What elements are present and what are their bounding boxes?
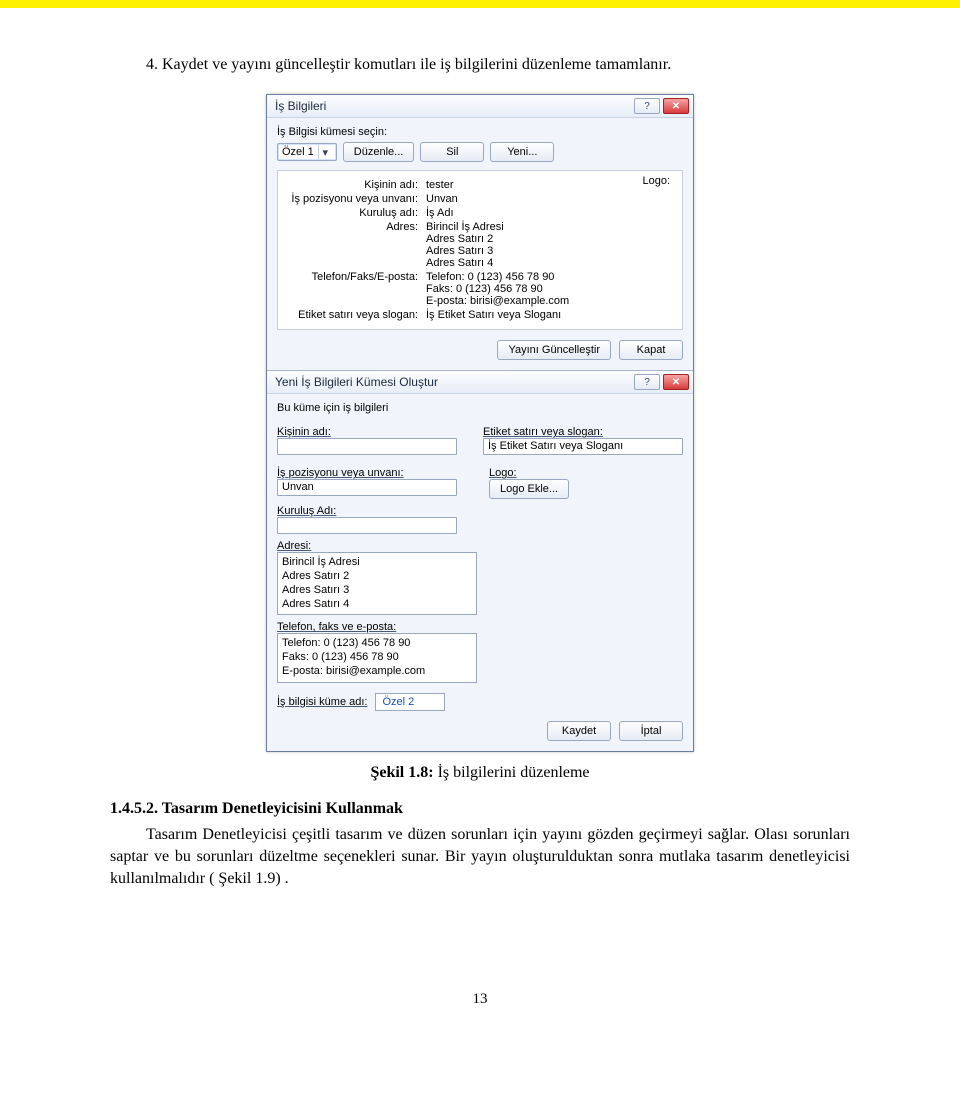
dlg1-body: İş Bilgisi kümesi seçin: Özel 1 ▾ Düzenl…	[267, 118, 693, 370]
close-icon[interactable]: ✕	[663, 374, 689, 390]
kv-position-key: İş pozisyonu veya unvanı:	[286, 193, 426, 205]
header-accent-bar	[0, 0, 960, 8]
dlg2-setname-row: İş bilgisi küme adı: Özel 2	[277, 693, 683, 711]
dlg1-title: İş Bilgileri	[275, 99, 326, 113]
section-number: 1.4.5.2.	[110, 800, 162, 817]
dlg2-tfe-block: Telefon, faks ve e-posta: Telefon: 0 (12…	[277, 621, 683, 682]
kv-address-key: Adres:	[286, 221, 426, 269]
update-publication-button[interactable]: Yayını Güncelleştir	[497, 340, 611, 360]
dlg2-tag-label: Etiket satırı veya slogan:	[483, 426, 683, 438]
person-name-input[interactable]	[277, 438, 457, 455]
dlg2-position-label: İş pozisyonu veya unvanı:	[277, 467, 471, 479]
dlg2-intro: Bu küme için iş bilgileri	[277, 402, 683, 414]
dlg2-person-label: Kişinin adı:	[277, 426, 465, 438]
figure-1-8: İş Bilgileri ? ✕ İş Bilgisi kümesi seçin…	[110, 94, 850, 751]
kv-position-val: Unvan	[426, 193, 674, 205]
help-icon[interactable]: ?	[634, 374, 660, 390]
dlg1-select-set-label: İş Bilgisi kümesi seçin:	[277, 126, 683, 138]
kv-org-val: İş Adı	[426, 207, 674, 219]
dlg2-footer-buttons: Kaydet İptal	[277, 721, 683, 741]
dlg1-title-buttons: ? ✕	[634, 98, 689, 114]
body-paragraph: Tasarım Denetleyicisi çeşitli tasarım ve…	[110, 824, 850, 891]
dlg2-tfe-label: Telefon, faks ve e-posta:	[277, 621, 683, 633]
dlg1-set-row: Özel 1 ▾ Düzenle... Sil Yeni...	[277, 142, 683, 162]
intro-paragraph: 4. Kaydet ve yayını güncelleştir komutla…	[110, 54, 850, 76]
tfe-textarea[interactable]: Telefon: 0 (123) 456 78 90 Faks: 0 (123)…	[277, 633, 477, 682]
dlg2-title-buttons: ? ✕	[634, 374, 689, 390]
kv-tfe-key: Telefon/Faks/E-posta:	[286, 271, 426, 307]
kv-position: İş pozisyonu veya unvanı: Unvan	[286, 193, 674, 205]
kv-address-val: Birincil İş Adresi Adres Satırı 2 Adres …	[426, 221, 674, 269]
new-button[interactable]: Yeni...	[490, 142, 554, 162]
section-heading: 1.4.5.2. Tasarım Denetleyicisini Kullanm…	[110, 800, 850, 818]
chevron-down-icon: ▾	[318, 145, 332, 159]
address-textarea[interactable]: Birincil İş Adresi Adres Satırı 2 Adres …	[277, 552, 477, 615]
dlg1-footer-buttons: Yayını Güncelleştir Kapat	[277, 340, 683, 360]
kv-org-key: Kuruluş adı:	[286, 207, 426, 219]
section-title: Tasarım Denetleyicisini Kullanmak	[162, 800, 403, 817]
dlg2-title: Yeni İş Bilgileri Kümesi Oluştur	[275, 375, 438, 389]
delete-button[interactable]: Sil	[420, 142, 484, 162]
kv-address: Adres: Birincil İş Adresi Adres Satırı 2…	[286, 221, 674, 269]
kv-org: Kuruluş adı: İş Adı	[286, 207, 674, 219]
dlg2-address-label: Adresi:	[277, 540, 683, 552]
org-input[interactable]	[277, 517, 457, 534]
dlg2-row-1: Kişinin adı: Etiket satırı veya slogan: …	[277, 420, 683, 455]
dlg2-address-block: Adresi: Birincil İş Adresi Adres Satırı …	[277, 540, 683, 615]
figure-caption: Şekil 1.8: İş bilgilerini düzenleme	[110, 764, 850, 782]
add-logo-button[interactable]: Logo Ekle...	[489, 479, 569, 499]
dlg2-setname-label: İş bilgisi küme adı:	[277, 696, 367, 708]
kv-tagline-key: Etiket satırı veya slogan:	[286, 309, 426, 321]
kv-tfe-val: Telefon: 0 (123) 456 78 90 Faks: 0 (123)…	[426, 271, 674, 307]
dlg2-org-block: Kuruluş Adı:	[277, 505, 683, 534]
kv-tagline: Etiket satırı veya slogan: İş Etiket Sat…	[286, 309, 674, 321]
figure-caption-label: Şekil 1.8:	[370, 764, 433, 781]
kv-person-name-val: tester	[426, 179, 674, 191]
dlg1-titlebar: İş Bilgileri ? ✕	[267, 95, 693, 118]
tagline-input[interactable]: İş Etiket Satırı veya Sloganı	[483, 438, 683, 455]
save-button[interactable]: Kaydet	[547, 721, 611, 741]
edit-button[interactable]: Düzenle...	[343, 142, 415, 162]
set-combobox[interactable]: Özel 1 ▾	[277, 143, 337, 161]
page-number: 13	[110, 991, 850, 1008]
dlg1-logo-label: Logo:	[642, 175, 670, 187]
close-icon[interactable]: ✕	[663, 98, 689, 114]
set-combobox-value: Özel 1	[282, 146, 314, 158]
cancel-button[interactable]: İptal	[619, 721, 683, 741]
figure-caption-text: İş bilgilerini düzenleme	[434, 764, 590, 781]
dlg2-row-2: İş pozisyonu veya unvanı: Unvan Logo: Lo…	[277, 461, 683, 499]
kv-person-name-key: Kişinin adı:	[286, 179, 426, 191]
dlg1-details-panel: Logo: Kişinin adı: tester İş pozisyonu v…	[277, 170, 683, 330]
position-input[interactable]: Unvan	[277, 479, 457, 496]
help-icon[interactable]: ?	[634, 98, 660, 114]
dlg2-org-label: Kuruluş Adı:	[277, 505, 683, 517]
kv-person-name: Kişinin adı: tester	[286, 179, 674, 191]
setname-input[interactable]: Özel 2	[375, 693, 445, 711]
page-content: 4. Kaydet ve yayını güncelleştir komutla…	[0, 8, 960, 1028]
dlg2-titlebar: Yeni İş Bilgileri Kümesi Oluştur ? ✕	[267, 370, 693, 394]
dlg2-logo-label: Logo:	[489, 467, 683, 479]
kv-tagline-val: İş Etiket Satırı veya Sloganı	[426, 309, 674, 321]
close-button[interactable]: Kapat	[619, 340, 683, 360]
kv-tfe: Telefon/Faks/E-posta: Telefon: 0 (123) 4…	[286, 271, 674, 307]
dlg2-body: Bu küme için iş bilgileri Kişinin adı: E…	[267, 394, 693, 750]
dialog-stack: İş Bilgileri ? ✕ İş Bilgisi kümesi seçin…	[266, 94, 694, 751]
